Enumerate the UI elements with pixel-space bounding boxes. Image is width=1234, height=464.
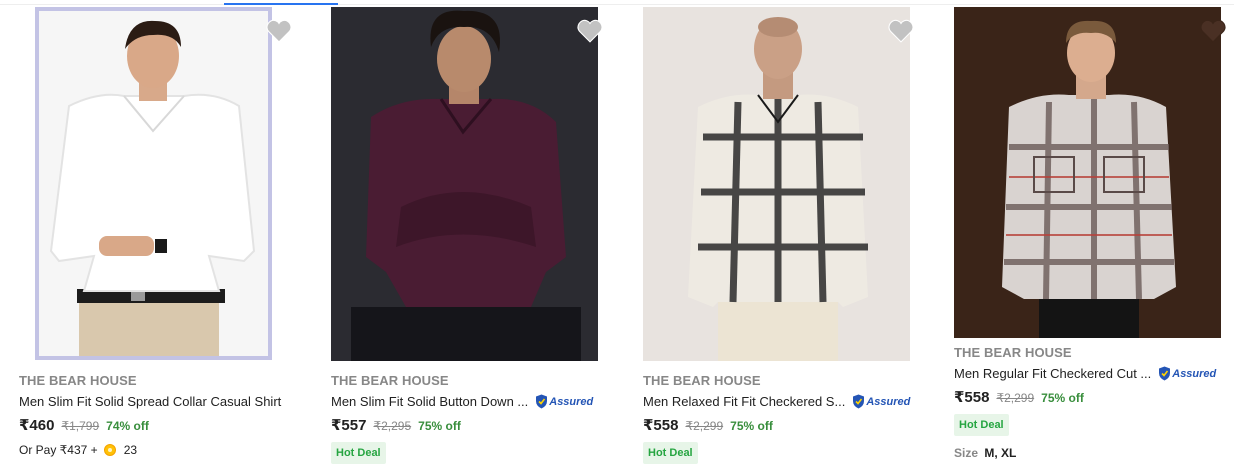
assured-badge: Assured [852, 394, 910, 409]
product-brand: THE BEAR HOUSE [643, 373, 761, 388]
product-info: THE BEAR HOUSE Men Slim Fit Solid Spread… [19, 373, 281, 457]
discount-percent: 75% off [730, 419, 773, 433]
supercoin-offer: Or Pay ₹437 + 23 [19, 443, 281, 457]
original-price: ₹2,299 [685, 419, 724, 433]
product-title[interactable]: Men Slim Fit Solid Button Down ... [331, 394, 528, 409]
original-price: ₹2,295 [373, 419, 412, 433]
product-info: THE BEAR HOUSE Men Regular Fit Checkered… [954, 345, 1216, 460]
assured-shield-icon [853, 394, 865, 409]
assured-badge: Assured [1158, 366, 1216, 381]
discount-percent: 74% off [106, 419, 149, 433]
discount-percent: 75% off [418, 419, 461, 433]
selling-price: ₹558 [954, 389, 990, 406]
assured-badge: Assured [535, 394, 593, 409]
wishlist-heart-icon[interactable] [577, 19, 603, 43]
product-card[interactable]: THE BEAR HOUSE Men Relaxed Fit Fit Check… [642, 0, 932, 464]
product-image[interactable] [331, 7, 598, 361]
pay-later-text: Or Pay ₹437 + [19, 443, 98, 457]
product-image[interactable] [35, 7, 272, 360]
product-brand: THE BEAR HOUSE [331, 373, 449, 388]
price-row: ₹558 ₹2,299 75% off [643, 416, 910, 434]
product-title[interactable]: Men Slim Fit Solid Spread Collar Casual … [19, 394, 281, 409]
discount-percent: 75% off [1041, 391, 1084, 405]
product-card[interactable]: THE BEAR HOUSE Men Slim Fit Solid Button… [330, 0, 620, 464]
product-info: THE BEAR HOUSE Men Slim Fit Solid Button… [331, 373, 593, 464]
size-label: Size [954, 446, 979, 460]
product-title[interactable]: Men Regular Fit Checkered Cut ... [954, 366, 1151, 381]
product-info: THE BEAR HOUSE Men Relaxed Fit Fit Check… [643, 373, 910, 464]
supercoin-count: 23 [123, 443, 138, 457]
assured-label: Assured [549, 395, 594, 408]
selling-price: ₹460 [19, 417, 55, 434]
selling-price: ₹558 [643, 417, 679, 434]
product-title[interactable]: Men Relaxed Fit Fit Checkered S... [643, 394, 845, 409]
price-row: ₹460 ₹1,799 74% off [19, 416, 281, 434]
assured-label: Assured [866, 395, 911, 408]
supercoin-icon [103, 444, 116, 456]
size-values: M, XL [984, 446, 1017, 460]
product-card[interactable]: THE BEAR HOUSE Men Slim Fit Solid Spread… [18, 0, 308, 461]
selling-price: ₹557 [331, 417, 367, 434]
product-brand: THE BEAR HOUSE [954, 345, 1072, 360]
available-sizes: Size M, XL [954, 446, 1216, 460]
original-price: ₹1,799 [61, 419, 100, 433]
product-brand: THE BEAR HOUSE [19, 373, 137, 388]
price-row: ₹558 ₹2,299 75% off [954, 388, 1216, 406]
wishlist-heart-icon[interactable] [888, 19, 914, 43]
hot-deal-badge: Hot Deal [954, 414, 1009, 436]
original-price: ₹2,299 [996, 391, 1035, 405]
product-image[interactable] [643, 7, 910, 361]
assured-shield-icon [536, 394, 548, 409]
price-row: ₹557 ₹2,295 75% off [331, 416, 593, 434]
assured-shield-icon [1159, 366, 1171, 381]
product-image[interactable] [954, 7, 1221, 338]
assured-label: Assured [1172, 367, 1217, 380]
wishlist-heart-icon[interactable] [266, 19, 292, 43]
wishlist-heart-icon[interactable] [1200, 19, 1226, 43]
product-card[interactable]: THE BEAR HOUSE Men Regular Fit Checkered… [953, 0, 1234, 461]
